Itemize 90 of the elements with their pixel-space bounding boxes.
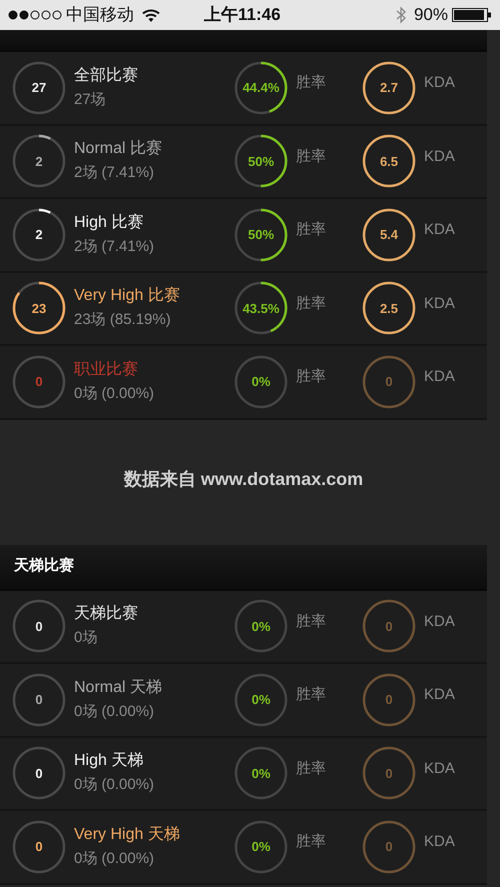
ring-value: 27 <box>32 79 46 97</box>
game-count: 0场 (0.00%) <box>74 775 156 796</box>
count-ring <box>12 62 66 114</box>
win-rate-label: 胜率 <box>296 220 327 240</box>
row-title: Very High 比赛 <box>74 286 181 306</box>
win-rate-ring <box>234 674 288 726</box>
kda-label: KDA <box>424 612 455 632</box>
kda-label: KDA <box>424 367 455 387</box>
count-ring <box>12 135 66 188</box>
bluetooth-icon <box>396 6 406 24</box>
win-rate-ring <box>234 747 288 800</box>
game-count: 0场 <box>74 628 98 648</box>
win-rate-label: 胜率 <box>296 367 327 387</box>
win-rate-ring <box>234 62 288 114</box>
row-title: 全部比赛 <box>74 66 139 86</box>
ring-value: 5.4 <box>380 226 398 244</box>
kda-label: KDA <box>424 758 455 778</box>
ring-value: 2 <box>35 152 43 170</box>
count-ring <box>12 208 66 261</box>
kda-label: KDA <box>424 73 455 93</box>
ring-value: 0 <box>385 618 393 636</box>
row-title: Normal 比赛 <box>74 139 164 160</box>
win-rate-ring <box>234 135 288 188</box>
kda-label: KDA <box>424 832 455 852</box>
row-title: High 天梯 <box>74 751 144 772</box>
section-title: 天梯比赛 <box>14 556 74 576</box>
win-rate-label: 胜率 <box>296 146 327 166</box>
count-ring <box>12 820 66 873</box>
clock-time: 上午11:46 <box>204 4 281 26</box>
win-rate-label: 胜率 <box>296 612 327 632</box>
game-count: 27场 <box>74 90 107 110</box>
ring-value: 0 <box>35 618 43 636</box>
ring-value: 0 <box>385 373 393 391</box>
win-rate-ring <box>234 208 288 261</box>
ring-value: 0 <box>385 838 393 856</box>
win-rate-ring <box>234 600 288 652</box>
kda-label: KDA <box>424 685 455 705</box>
ring-value: 6.5 <box>380 152 398 170</box>
wifi-icon <box>142 8 160 22</box>
ring-value: 0 <box>385 691 393 709</box>
win-rate-label: 胜率 <box>296 758 327 778</box>
ring-value: 2 <box>35 226 43 244</box>
ring-value: 0 <box>35 764 43 782</box>
game-count: 0场 (0.00%) <box>74 702 156 722</box>
kda-label: KDA <box>424 294 455 314</box>
ring-value: 44.4% <box>242 79 280 97</box>
win-rate-label: 胜率 <box>296 685 327 705</box>
ring-value: 0 <box>35 691 43 709</box>
win-rate-label: 胜率 <box>296 832 327 852</box>
data-source-note: 数据来自 www.dotamax.com <box>124 468 364 491</box>
ring-value: 2.7 <box>380 79 398 97</box>
count-ring <box>12 282 66 334</box>
signal-icon <box>8 10 62 20</box>
row-title: Normal 天梯 <box>74 678 164 698</box>
win-rate-label: 胜率 <box>296 73 327 93</box>
row-title: High 比赛 <box>74 212 144 233</box>
game-count: 0场 (0.00%) <box>74 384 156 404</box>
carrier-name: 中国移动 <box>66 4 134 26</box>
win-rate-label: 胜率 <box>296 294 327 314</box>
row-title: Very High 天梯 <box>74 824 181 845</box>
row-title: 职业比赛 <box>74 360 139 380</box>
ring-value: 0% <box>252 764 270 782</box>
game-count: 2场 (7.41%) <box>74 236 156 257</box>
ring-value: 0% <box>252 618 270 636</box>
count-ring <box>12 600 66 652</box>
kda-label: KDA <box>424 146 455 166</box>
kda-label: KDA <box>424 220 455 240</box>
battery-icon <box>452 8 492 22</box>
ring-value: 0 <box>385 764 393 782</box>
ring-value: 50% <box>248 152 274 170</box>
ring-value: 0 <box>35 838 43 856</box>
game-count: 0场 (0.00%) <box>74 848 156 869</box>
battery-percent: 90% <box>414 4 448 26</box>
ring-value: 43.5% <box>242 300 280 318</box>
count-ring <box>12 356 66 408</box>
win-rate-ring <box>234 282 288 334</box>
ring-value: 50% <box>248 226 274 244</box>
win-rate-ring <box>234 820 288 873</box>
ring-value: 0% <box>252 838 270 856</box>
game-count: 23场 (85.19%) <box>74 310 172 330</box>
ring-value: 0% <box>252 373 270 391</box>
ring-value: 0 <box>35 373 43 391</box>
ring-value: 0% <box>252 691 270 709</box>
count-ring <box>12 674 66 726</box>
count-ring <box>12 747 66 800</box>
ring-value: 2.5 <box>380 300 398 318</box>
game-count: 2场 (7.41%) <box>74 163 156 184</box>
win-rate-ring <box>234 356 288 408</box>
row-title: 天梯比赛 <box>74 604 139 624</box>
ring-value: 23 <box>32 300 46 318</box>
